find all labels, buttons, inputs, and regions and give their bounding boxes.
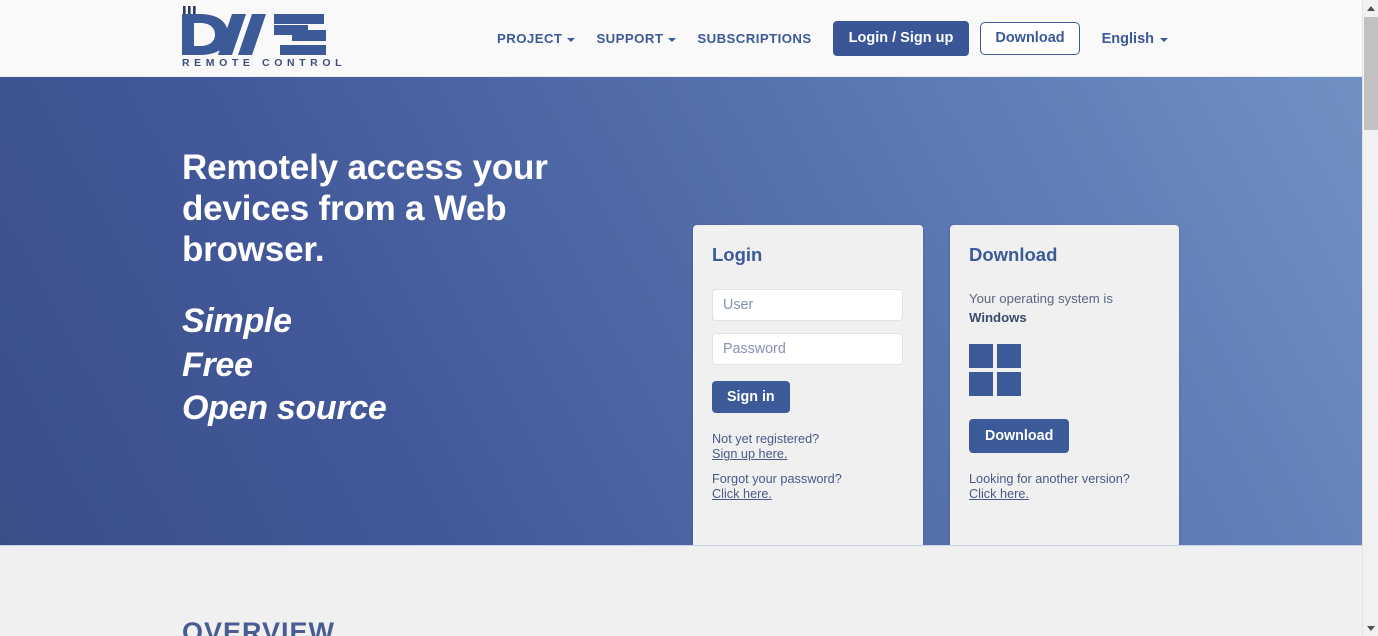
dws-logo-icon — [182, 6, 326, 55]
nav-item-subscriptions[interactable]: SUBSCRIPTIONS — [697, 31, 811, 46]
header-download-button[interactable]: Download — [980, 22, 1080, 55]
hero-section: Remotely access your devices from a Web … — [0, 77, 1362, 545]
login-signup-button[interactable]: Login / Sign up — [832, 21, 970, 56]
sign-up-link[interactable]: Sign up here. — [712, 447, 787, 462]
sign-in-button[interactable]: Sign in — [712, 381, 790, 414]
download-card: Download Your operating system is Window… — [950, 225, 1179, 545]
nav-item-project-label: PROJECT — [497, 31, 563, 46]
other-version-helper: Looking for another version? Click here. — [969, 472, 1179, 502]
other-version-link[interactable]: Click here. — [969, 487, 1029, 502]
username-input[interactable] — [712, 289, 903, 321]
hero-tagline-line-3: Open source — [182, 389, 387, 427]
overview-section: OVERVIEW — [0, 545, 1362, 636]
forgot-password-helper: Forgot your password? Click here. — [712, 472, 923, 502]
login-card-title: Login — [712, 244, 763, 265]
hero-tagline: Simple Free Open source — [182, 300, 652, 431]
chevron-down-icon — [1160, 37, 1168, 42]
login-card: Login Sign in Not yet registered? Sign u… — [693, 225, 923, 545]
site-logo[interactable]: REMOTE CONTROL — [180, 6, 350, 70]
os-prompt: Your operating system is — [969, 291, 1113, 306]
overview-heading: OVERVIEW — [182, 617, 336, 636]
hero-tagline-line-2: Free — [182, 345, 253, 384]
site-header: REMOTE CONTROL PROJECT SUPPORT SUBSCRIPT… — [0, 0, 1362, 77]
scroll-up-arrow-icon[interactable] — [1363, 0, 1378, 16]
nav-item-project[interactable]: PROJECT — [497, 31, 576, 46]
nav-item-support-label: SUPPORT — [596, 31, 664, 46]
register-helper: Not yet registered? Sign up here. — [712, 432, 923, 462]
nav-item-support[interactable]: SUPPORT — [596, 31, 677, 46]
hero-tagline-line-1: Simple — [182, 302, 292, 340]
hero-title: Remotely access your devices from a Web … — [182, 148, 548, 269]
download-button[interactable]: Download — [969, 419, 1070, 454]
forgot-password-prompt: Forgot your password? — [712, 472, 842, 487]
detected-os: Your operating system is Windows — [969, 289, 1154, 327]
scrollbar-thumb[interactable] — [1364, 17, 1378, 130]
page-root: REMOTE CONTROL PROJECT SUPPORT SUBSCRIPT… — [0, 0, 1378, 636]
language-selector[interactable]: English — [1102, 31, 1168, 47]
other-version-prompt: Looking for another version? — [969, 472, 1130, 487]
chevron-down-icon — [668, 37, 677, 42]
forgot-password-link[interactable]: Click here. — [712, 487, 772, 502]
os-name: Windows — [969, 310, 1027, 325]
hero-text-block: Remotely access your devices from a Web … — [182, 147, 652, 431]
windows-logo-icon — [969, 344, 1021, 396]
register-prompt: Not yet registered? — [712, 432, 820, 447]
main-navigation: PROJECT SUPPORT SUBSCRIPTIONS Login / Si… — [497, 0, 1168, 77]
password-input[interactable] — [712, 333, 903, 365]
language-label: English — [1101, 30, 1154, 47]
page-scrollbar[interactable] — [1362, 0, 1378, 636]
download-card-title: Download — [969, 244, 1058, 265]
nav-item-subscriptions-label: SUBSCRIPTIONS — [697, 31, 812, 46]
scroll-down-arrow-icon[interactable] — [1363, 620, 1378, 636]
browser-viewport: REMOTE CONTROL PROJECT SUPPORT SUBSCRIPT… — [0, 0, 1362, 636]
logo-subtitle: REMOTE CONTROL — [182, 57, 347, 69]
chevron-down-icon — [567, 37, 576, 42]
